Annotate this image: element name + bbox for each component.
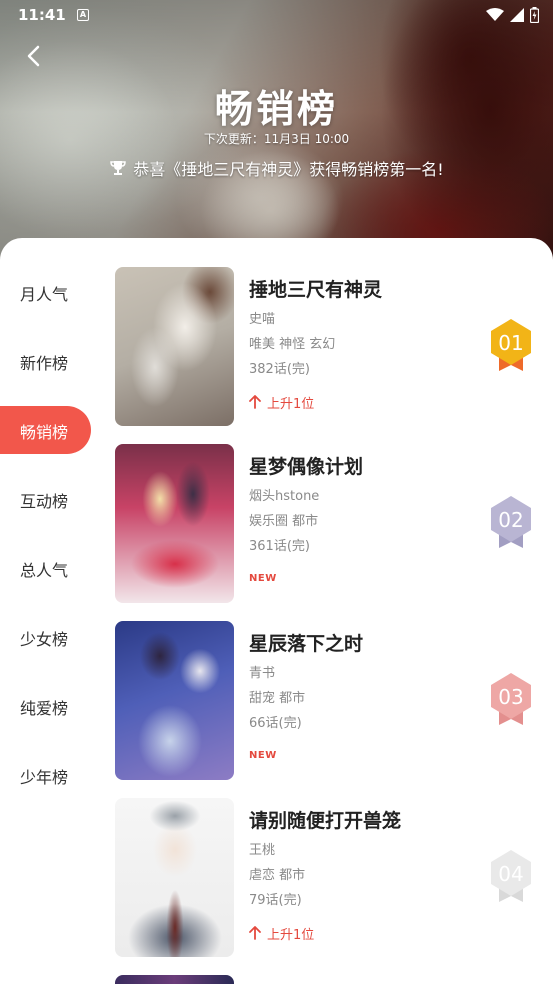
comic-title: 请别随便打开兽笼 — [249, 810, 402, 832]
comic-cover[interactable] — [115, 267, 234, 426]
comic-episodes: 382话(完) — [249, 362, 310, 377]
sidebar-item-label: 互动榜 — [20, 491, 69, 511]
comic-title: 捶地三尺有神灵 — [249, 279, 383, 301]
new-badge: NEW — [249, 573, 277, 584]
comic-title: 星梦偶像计划 — [249, 456, 364, 478]
sidebar-item-bestseller[interactable]: 畅销榜 — [0, 396, 92, 465]
rank-number: 04 — [498, 862, 523, 886]
back-button[interactable] — [20, 42, 48, 70]
comic-author: 青书 — [249, 666, 276, 681]
comic-author: 史喵 — [249, 312, 276, 327]
next-update-text: 下次更新：11月3日 10:00 — [203, 132, 350, 146]
sidebar-item-interaction[interactable]: 互动榜 — [0, 465, 92, 534]
ranking-panel: 月人气 新作榜 畅销榜 互动榜 总人气 少女榜 纯爱榜 少年榜 捶地三尺有神灵 … — [0, 238, 553, 984]
sidebar-item-bl[interactable]: 纯爱榜 — [0, 672, 92, 741]
comic-tags: 唯美 神怪 玄幻 — [249, 337, 336, 352]
comic-list-item[interactable]: 请别随便打开兽笼 王桃 虐恋 都市 79话(完) 上升1位 04 — [115, 798, 553, 975]
notification-icon: A — [77, 9, 89, 21]
rank-number: 01 — [498, 331, 523, 355]
comic-episodes: 361话(完) — [249, 539, 310, 554]
comic-list-item[interactable]: 捶地三尺有神灵 史喵 唯美 神怪 玄幻 382话(完) 上升1位 01 — [115, 267, 553, 444]
rank-medal-icon: 03 — [491, 673, 531, 725]
rank-change-badge: 上升1位 — [249, 392, 479, 412]
sidebar-item-monthly-popular[interactable]: 月人气 — [0, 258, 92, 327]
sidebar-item-label: 总人气 — [20, 560, 69, 580]
battery-icon — [530, 7, 539, 23]
rank-change-badge: 上升1位 — [249, 923, 479, 943]
sidebar-item-new-works[interactable]: 新作榜 — [0, 327, 92, 396]
comic-cover-partial[interactable] — [115, 975, 234, 984]
status-time: 11:41 — [18, 6, 66, 24]
arrow-up-icon — [249, 926, 261, 940]
comic-cover[interactable] — [115, 798, 234, 957]
comic-tags: 虐恋 都市 — [249, 868, 306, 883]
rank-change-text: 上升1位 — [267, 927, 315, 943]
arrow-up-icon — [249, 395, 261, 409]
comic-cover[interactable] — [115, 444, 234, 603]
comic-list-item[interactable]: 星梦偶像计划 烟头hstone 娱乐圈 都市 361话(完) NEW 02 — [115, 444, 553, 621]
comic-author: 烟头hstone — [249, 489, 320, 504]
comic-author: 王桃 — [249, 843, 276, 858]
rank-number: 02 — [498, 508, 523, 532]
page-title: 畅销榜 — [214, 87, 338, 131]
comic-title: 星辰落下之时 — [249, 633, 364, 655]
comic-episodes: 79话(完) — [249, 893, 302, 908]
congrats-banner: 恭喜《捶地三尺有神灵》获得畅销榜第一名! — [0, 156, 553, 180]
comic-list: 捶地三尺有神灵 史喵 唯美 神怪 玄幻 382话(完) 上升1位 01 星梦偶像… — [115, 267, 553, 984]
status-bar: 11:41 A — [0, 0, 553, 32]
chevron-left-icon — [27, 45, 40, 67]
rank-medal-icon: 01 — [491, 319, 531, 371]
sidebar-item-total-popular[interactable]: 总人气 — [0, 534, 92, 603]
sidebar-item-shoujo[interactable]: 少女榜 — [0, 603, 92, 672]
sidebar-item-label: 畅销榜 — [20, 422, 69, 442]
rank-medal-icon: 04 — [491, 850, 531, 902]
trophy-icon — [110, 161, 127, 175]
rank-number: 03 — [498, 685, 523, 709]
sidebar-item-label: 月人气 — [20, 284, 69, 304]
sidebar-item-label: 少年榜 — [20, 767, 69, 787]
comic-tags: 甜宠 都市 — [249, 691, 306, 706]
wifi-icon — [486, 8, 504, 21]
sidebar-item-label: 少女榜 — [20, 629, 69, 649]
comic-episodes: 66话(完) — [249, 716, 302, 731]
new-badge: NEW — [249, 750, 277, 761]
signal-icon — [510, 8, 524, 22]
comic-cover[interactable] — [115, 621, 234, 780]
rank-medal-icon: 02 — [491, 496, 531, 548]
sidebar-item-label: 新作榜 — [20, 353, 69, 373]
congrats-text: 恭喜《捶地三尺有神灵》获得畅销榜第一名! — [133, 160, 444, 179]
comic-tags: 娱乐圈 都市 — [249, 514, 319, 529]
rank-change-text: 上升1位 — [267, 396, 315, 412]
sidebar-item-label: 纯爱榜 — [20, 698, 69, 718]
ranking-sidebar: 月人气 新作榜 畅销榜 互动榜 总人气 少女榜 纯爱榜 少年榜 — [0, 258, 92, 810]
comic-list-item[interactable]: 星辰落下之时 青书 甜宠 都市 66话(完) NEW 03 — [115, 621, 553, 798]
sidebar-item-shounen[interactable]: 少年榜 — [0, 741, 92, 810]
